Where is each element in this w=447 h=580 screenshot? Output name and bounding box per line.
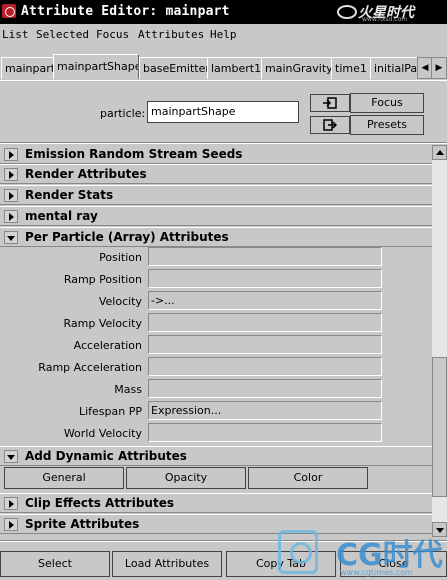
attribute-field[interactable] (148, 357, 382, 376)
input-connection-icon (323, 97, 337, 109)
tab-maingravity[interactable]: mainGravity (261, 57, 333, 79)
attribute-field[interactable] (148, 379, 382, 398)
attribute-label: Acceleration (73, 339, 142, 352)
collapse-arrow-icon[interactable] (4, 189, 18, 202)
section-add-dynamic-attributes[interactable]: Add Dynamic Attributes (0, 446, 432, 466)
section-title: Clip Effects Attributes (25, 496, 174, 510)
attribute-field[interactable]: Expression... (148, 401, 382, 420)
watermark-url: www.cgtimes.com (340, 568, 413, 577)
scrollbar-thumb[interactable] (432, 357, 447, 497)
menu-selected[interactable]: Selected (36, 28, 89, 41)
attribute-label: Position (99, 251, 142, 264)
select-button[interactable]: Select (0, 551, 110, 577)
collapse-arrow-icon[interactable] (4, 518, 18, 531)
load-selected-button[interactable] (310, 94, 350, 112)
section-title: mental ray (25, 209, 98, 223)
watermark-url: www.hxsd.com (362, 16, 408, 23)
opacity-button[interactable]: Opacity (126, 467, 246, 489)
tab-divider (0, 80, 447, 81)
watermark-logo: 火星时代 www.hxsd.com (336, 2, 444, 23)
section-mental-ray[interactable]: mental ray (0, 206, 432, 226)
tab-baseemitter[interactable]: baseEmitter (139, 57, 209, 79)
particle-name-field[interactable]: mainpartShape (147, 101, 299, 123)
collapse-arrow-icon[interactable] (4, 497, 18, 510)
tab-mainpart[interactable]: mainpart (1, 57, 55, 79)
collapse-arrow-icon[interactable] (4, 210, 18, 223)
tab-scroll-right-icon[interactable]: ▶ (431, 57, 447, 79)
particle-label: particle: (100, 107, 146, 120)
presets-button[interactable]: Presets (350, 115, 424, 135)
collapse-arrow-icon[interactable] (4, 168, 18, 181)
section-title: Sprite Attributes (25, 517, 140, 531)
expand-arrow-icon[interactable] (4, 450, 18, 463)
cgtimes-watermark: CG时代 www.cgtimes.com (270, 522, 447, 580)
section-title: Render Stats (25, 188, 114, 202)
vertical-scrollbar[interactable] (432, 145, 447, 537)
menu-focus[interactable]: Focus (96, 28, 129, 41)
maya-app-icon (2, 4, 16, 18)
header-divider-highlight (0, 143, 447, 144)
section-render-attributes[interactable]: Render Attributes (0, 164, 432, 184)
tab-initialpart[interactable]: initialPart (370, 57, 424, 79)
watermark-circle-icon (290, 542, 312, 564)
menu-list[interactable]: List (2, 28, 29, 41)
general-button[interactable]: General (4, 467, 124, 489)
focus-button[interactable]: Focus (350, 93, 424, 113)
menu-help[interactable]: Help (210, 28, 237, 41)
attribute-label: Lifespan PP (78, 405, 142, 418)
attribute-field[interactable] (148, 269, 382, 288)
attribute-label: Ramp Position (63, 273, 142, 286)
output-connection-button[interactable] (310, 116, 350, 134)
attribute-field[interactable] (148, 313, 382, 332)
watermark-swirl-icon (337, 5, 357, 19)
expand-arrow-icon[interactable] (4, 231, 18, 244)
section-clip-effects-attributes[interactable]: Clip Effects Attributes (0, 493, 432, 513)
section-title: Per Particle (Array) Attributes (25, 230, 229, 244)
attribute-label: Velocity (98, 295, 142, 308)
attribute-field[interactable] (148, 247, 382, 266)
window-title: Attribute Editor: mainpart (21, 4, 230, 19)
section-per-particle-array-attributes[interactable]: Per Particle (Array) Attributes (0, 227, 432, 247)
load-attributes-button[interactable]: Load Attributes (112, 551, 222, 577)
tab-mainpartshape[interactable]: mainpartShape (53, 54, 139, 79)
section-title: Emission Random Stream Seeds (25, 147, 243, 161)
menu-attributes[interactable]: Attributes (138, 28, 204, 41)
attribute-label: World Velocity (63, 427, 142, 440)
section-render-stats[interactable]: Render Stats (0, 185, 432, 205)
tab-time1[interactable]: time1 (331, 57, 371, 79)
attribute-field[interactable] (148, 423, 382, 442)
collapse-arrow-icon[interactable] (4, 148, 18, 161)
attribute-label: Ramp Velocity (63, 317, 143, 330)
output-connection-icon (323, 119, 338, 131)
attribute-label: Mass (114, 383, 142, 396)
menu-bar: List Selected Focus Attributes Help (0, 24, 447, 44)
attribute-label: Ramp Acceleration (38, 361, 142, 374)
section-title: Add Dynamic Attributes (25, 449, 187, 463)
color-button[interactable]: Color (248, 467, 368, 489)
scroll-up-icon[interactable] (432, 145, 447, 160)
tab-bar: mainpart mainpartShape baseEmitter lambe… (0, 54, 447, 80)
attribute-field[interactable]: ->... (148, 291, 382, 310)
title-bar: Attribute Editor: mainpart 火星时代 www.hxsd… (0, 0, 447, 24)
section-title: Render Attributes (25, 167, 147, 181)
attribute-scroll-area: Emission Random Stream Seeds Render Attr… (0, 145, 432, 537)
attribute-field[interactable] (148, 335, 382, 354)
section-emission-random-stream-seeds[interactable]: Emission Random Stream Seeds (0, 145, 432, 164)
tab-lambert1[interactable]: lambert1 (207, 57, 263, 79)
